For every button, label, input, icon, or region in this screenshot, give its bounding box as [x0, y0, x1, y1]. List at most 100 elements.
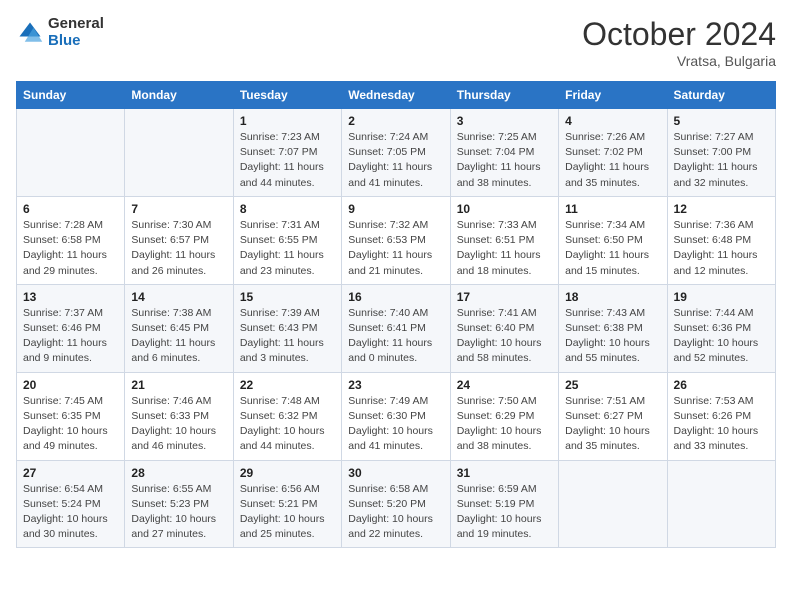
- logo-blue-text: Blue: [48, 33, 104, 50]
- day-number: 3: [457, 114, 552, 128]
- day-info: Sunrise: 7:48 AM Sunset: 6:32 PM Dayligh…: [240, 394, 335, 455]
- day-number: 17: [457, 290, 552, 304]
- day-number: 31: [457, 466, 552, 480]
- page-header: General Blue October 2024 Vratsa, Bulgar…: [16, 16, 776, 69]
- calendar-cell: 25Sunrise: 7:51 AM Sunset: 6:27 PM Dayli…: [559, 372, 667, 460]
- logo-general-text: General: [48, 16, 104, 33]
- day-info: Sunrise: 7:44 AM Sunset: 6:36 PM Dayligh…: [674, 306, 769, 367]
- calendar-cell: 2 Sunrise: 7:24 AM Sunset: 7:05 PM Daylig…: [342, 109, 450, 197]
- day-info: Sunrise: 7:25 AM Sunset: 7:04 PM Dayligh…: [457, 130, 552, 191]
- day-number: 28: [131, 466, 226, 480]
- calendar-cell: 10 Sunrise: 7:33 AM Sunset: 6:51 PM Dayli…: [450, 196, 558, 284]
- day-info: Sunrise: 7:39 AM Sunset: 6:43 PM Dayligh…: [240, 306, 335, 367]
- day-info: Sunrise: 7:30 AM Sunset: 6:57 PM Dayligh…: [131, 218, 226, 279]
- calendar-cell: 28 Sunrise: 6:55 AM Sunset: 5:23 PM Dayli…: [125, 460, 233, 548]
- calendar-cell: 27 Sunrise: 6:54 AM Sunset: 5:24 PM Dayli…: [17, 460, 125, 548]
- calendar-cell: 16 Sunrise: 7:40 AM Sunset: 6:41 PM Dayli…: [342, 284, 450, 372]
- calendar-cell: 31 Sunrise: 6:59 AM Sunset: 5:19 PM Dayli…: [450, 460, 558, 548]
- calendar-cell: 20 Sunrise: 7:45 AM Sunset: 6:35 PM Dayli…: [17, 372, 125, 460]
- day-number: 7: [131, 202, 226, 216]
- day-of-week-header: Monday: [125, 82, 233, 109]
- day-number: 26: [674, 378, 769, 392]
- calendar-cell: [17, 109, 125, 197]
- day-info: Sunrise: 6:59 AM Sunset: 5:19 PM Dayligh…: [457, 482, 552, 543]
- day-info: Sunrise: 7:43 AM Sunset: 6:38 PM Dayligh…: [565, 306, 660, 367]
- calendar-cell: 29 Sunrise: 6:56 AM Sunset: 5:21 PM Dayli…: [233, 460, 341, 548]
- day-number: 22: [240, 378, 335, 392]
- day-info: Sunrise: 7:36 AM Sunset: 6:48 PM Dayligh…: [674, 218, 769, 279]
- day-of-week-header: Sunday: [17, 82, 125, 109]
- day-number: 11: [565, 202, 660, 216]
- calendar-cell: [667, 460, 775, 548]
- calendar-week-row: 1Sunrise: 7:23 AM Sunset: 7:07 PM Daylig…: [17, 109, 776, 197]
- day-number: 30: [348, 466, 443, 480]
- day-number: 12: [674, 202, 769, 216]
- day-info: Sunrise: 7:46 AM Sunset: 6:33 PM Dayligh…: [131, 394, 226, 455]
- day-info: Sunrise: 7:41 AM Sunset: 6:40 PM Dayligh…: [457, 306, 552, 367]
- calendar-cell: 18 Sunrise: 7:43 AM Sunset: 6:38 PM Dayli…: [559, 284, 667, 372]
- calendar-week-row: 13 Sunrise: 7:37 AM Sunset: 6:46 PM Dayli…: [17, 284, 776, 372]
- calendar-cell: 26 Sunrise: 7:53 AM Sunset: 6:26 PM Dayli…: [667, 372, 775, 460]
- calendar-cell: 1Sunrise: 7:23 AM Sunset: 7:07 PM Daylig…: [233, 109, 341, 197]
- day-number: 2: [348, 114, 443, 128]
- day-info: Sunrise: 7:37 AM Sunset: 6:46 PM Dayligh…: [23, 306, 118, 367]
- day-number: 8: [240, 202, 335, 216]
- calendar-cell: 15 Sunrise: 7:39 AM Sunset: 6:43 PM Dayli…: [233, 284, 341, 372]
- month-title: October 2024: [582, 16, 776, 53]
- day-info: Sunrise: 6:56 AM Sunset: 5:21 PM Dayligh…: [240, 482, 335, 543]
- day-info: Sunrise: 7:33 AM Sunset: 6:51 PM Dayligh…: [457, 218, 552, 279]
- day-number: 27: [23, 466, 118, 480]
- day-info: Sunrise: 6:54 AM Sunset: 5:24 PM Dayligh…: [23, 482, 118, 543]
- day-number: 24: [457, 378, 552, 392]
- day-number: 6: [23, 202, 118, 216]
- day-number: 20: [23, 378, 118, 392]
- calendar-cell: 3 Sunrise: 7:25 AM Sunset: 7:04 PM Daylig…: [450, 109, 558, 197]
- day-number: 29: [240, 466, 335, 480]
- day-number: 13: [23, 290, 118, 304]
- calendar-week-row: 6 Sunrise: 7:28 AM Sunset: 6:58 PM Daylig…: [17, 196, 776, 284]
- calendar-cell: [125, 109, 233, 197]
- day-info: Sunrise: 7:27 AM Sunset: 7:00 PM Dayligh…: [674, 130, 769, 191]
- day-number: 18: [565, 290, 660, 304]
- calendar-cell: 19Sunrise: 7:44 AM Sunset: 6:36 PM Dayli…: [667, 284, 775, 372]
- calendar-cell: 17 Sunrise: 7:41 AM Sunset: 6:40 PM Dayli…: [450, 284, 558, 372]
- day-of-week-header: Tuesday: [233, 82, 341, 109]
- day-info: Sunrise: 7:53 AM Sunset: 6:26 PM Dayligh…: [674, 394, 769, 455]
- day-info: Sunrise: 7:34 AM Sunset: 6:50 PM Dayligh…: [565, 218, 660, 279]
- day-info: Sunrise: 7:38 AM Sunset: 6:45 PM Dayligh…: [131, 306, 226, 367]
- day-info: Sunrise: 7:24 AM Sunset: 7:05 PM Dayligh…: [348, 130, 443, 191]
- day-number: 15: [240, 290, 335, 304]
- day-number: 9: [348, 202, 443, 216]
- calendar-cell: 23Sunrise: 7:49 AM Sunset: 6:30 PM Dayli…: [342, 372, 450, 460]
- logo: General Blue: [16, 16, 104, 49]
- calendar-week-row: 20 Sunrise: 7:45 AM Sunset: 6:35 PM Dayli…: [17, 372, 776, 460]
- calendar-cell: 9Sunrise: 7:32 AM Sunset: 6:53 PM Daylig…: [342, 196, 450, 284]
- day-info: Sunrise: 7:45 AM Sunset: 6:35 PM Dayligh…: [23, 394, 118, 455]
- calendar-cell: 8 Sunrise: 7:31 AM Sunset: 6:55 PM Daylig…: [233, 196, 341, 284]
- day-of-week-header: Saturday: [667, 82, 775, 109]
- day-of-week-header: Thursday: [450, 82, 558, 109]
- calendar-cell: 11 Sunrise: 7:34 AM Sunset: 6:50 PM Dayli…: [559, 196, 667, 284]
- logo-icon: [16, 19, 44, 47]
- calendar-cell: 4Sunrise: 7:26 AM Sunset: 7:02 PM Daylig…: [559, 109, 667, 197]
- calendar-week-row: 27 Sunrise: 6:54 AM Sunset: 5:24 PM Dayli…: [17, 460, 776, 548]
- day-info: Sunrise: 7:28 AM Sunset: 6:58 PM Dayligh…: [23, 218, 118, 279]
- day-number: 1: [240, 114, 335, 128]
- day-number: 5: [674, 114, 769, 128]
- calendar-cell: 12 Sunrise: 7:36 AM Sunset: 6:48 PM Dayli…: [667, 196, 775, 284]
- day-number: 10: [457, 202, 552, 216]
- day-info: Sunrise: 7:40 AM Sunset: 6:41 PM Dayligh…: [348, 306, 443, 367]
- day-info: Sunrise: 7:26 AM Sunset: 7:02 PM Dayligh…: [565, 130, 660, 191]
- day-of-week-header: Friday: [559, 82, 667, 109]
- day-of-week-header: Wednesday: [342, 82, 450, 109]
- calendar-cell: 14Sunrise: 7:38 AM Sunset: 6:45 PM Dayli…: [125, 284, 233, 372]
- day-info: Sunrise: 7:31 AM Sunset: 6:55 PM Dayligh…: [240, 218, 335, 279]
- day-info: Sunrise: 7:51 AM Sunset: 6:27 PM Dayligh…: [565, 394, 660, 455]
- calendar-cell: 30Sunrise: 6:58 AM Sunset: 5:20 PM Dayli…: [342, 460, 450, 548]
- calendar-cell: 21Sunrise: 7:46 AM Sunset: 6:33 PM Dayli…: [125, 372, 233, 460]
- calendar-cell: 5 Sunrise: 7:27 AM Sunset: 7:00 PM Daylig…: [667, 109, 775, 197]
- location-text: Vratsa, Bulgaria: [582, 53, 776, 69]
- day-info: Sunrise: 6:55 AM Sunset: 5:23 PM Dayligh…: [131, 482, 226, 543]
- calendar-header-row: SundayMondayTuesdayWednesdayThursdayFrid…: [17, 82, 776, 109]
- day-number: 16: [348, 290, 443, 304]
